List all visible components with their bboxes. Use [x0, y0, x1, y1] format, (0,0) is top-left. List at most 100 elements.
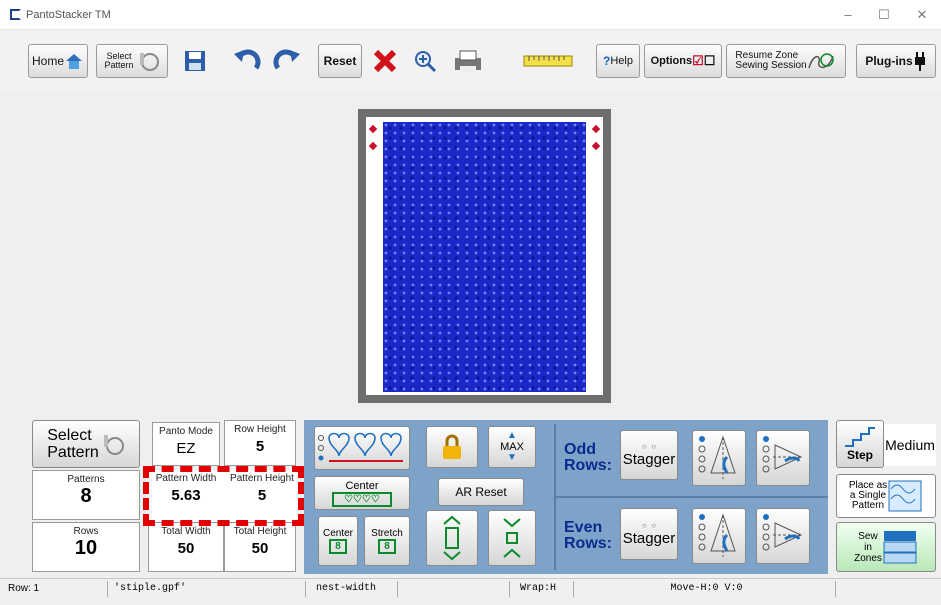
even-stagger-label: Stagger: [622, 530, 676, 547]
stretch-button[interactable]: Stretch 8: [364, 516, 410, 566]
empty-box-icon: ☐: [703, 53, 716, 68]
total-width-value: 50: [177, 540, 195, 557]
maximize-button[interactable]: ☐: [874, 6, 894, 24]
radio-dots-icon: ○ ○: [641, 442, 657, 451]
sew-line3: Zones: [854, 552, 882, 564]
window-title: PantoStacker TM: [26, 9, 111, 21]
row-height-label: Row Height: [234, 424, 286, 435]
step-button[interactable]: Step: [836, 420, 884, 468]
corner-marker: [591, 141, 601, 151]
corner-marker: [368, 141, 378, 151]
odd-stagger-label: Stagger: [622, 451, 676, 468]
zoom-button[interactable]: [410, 44, 440, 78]
save-button[interactable]: [180, 44, 210, 78]
place-single-pattern-button[interactable]: Place as a Single Pattern: [836, 474, 936, 518]
patterns-value: 8: [80, 485, 92, 507]
hand-pointer-icon: [103, 435, 124, 455]
corner-marker: [591, 124, 601, 134]
flip-horizontal-icon: [762, 514, 803, 551]
select-pattern-toolbar-button[interactable]: Select Pattern: [96, 44, 168, 78]
stretch-vertical-button[interactable]: [426, 510, 478, 566]
center-button[interactable]: Center 8: [318, 516, 358, 566]
options-label: Options: [650, 55, 693, 67]
reset-button[interactable]: Reset: [318, 44, 362, 78]
step-label: Step: [846, 448, 873, 462]
floppy-disk-icon: [185, 51, 205, 71]
place-single-label: Place as a Single Pattern: [849, 481, 887, 511]
delete-button[interactable]: [370, 44, 400, 78]
hearts-row-icon: [318, 432, 403, 462]
canvas-area: [366, 117, 603, 395]
rows-label: Rows: [73, 526, 99, 537]
pattern-canvas[interactable]: [358, 109, 611, 403]
minimize-button[interactable]: –: [838, 6, 858, 24]
total-width-cell[interactable]: Total Width 50: [148, 522, 224, 572]
printer-icon: [455, 50, 481, 72]
hand-pointer-icon: [139, 53, 159, 71]
panto-mode-label: Panto Mode: [159, 426, 213, 437]
single-pattern-icon: [888, 480, 922, 512]
status-wrap: Wrap:H: [516, 581, 574, 597]
divider: [556, 496, 828, 498]
select-pattern-toolbar-label: Select Pattern: [104, 52, 133, 70]
ruler-button[interactable]: [522, 44, 574, 78]
plugins-button[interactable]: Plug-ins: [856, 44, 936, 78]
even-flip-vertical-button[interactable]: [692, 508, 746, 564]
vertical-stretch-icon: [443, 515, 461, 561]
undo-button[interactable]: [230, 44, 264, 78]
stretch-icon: 8: [378, 539, 396, 554]
layout-control-panel: Center ♡♡♡♡ Center 8 Stretch 8 ▲ MAX ▼ A…: [304, 420, 828, 574]
total-width-label: Total Width: [161, 526, 211, 537]
odd-rows-label: Odd Rows:: [564, 442, 612, 474]
arrow-down-icon: ▼: [507, 452, 517, 463]
max-button[interactable]: ▲ MAX ▼: [488, 426, 536, 468]
padlock-icon: [443, 434, 461, 459]
arrow-up-icon: ▲: [507, 430, 517, 441]
highlight-annotation: [143, 466, 304, 526]
question-mark-icon: ?: [603, 54, 611, 68]
redo-button[interactable]: [270, 44, 304, 78]
home-label: Home: [31, 54, 64, 68]
center-icon: 8: [329, 539, 347, 554]
hearts-small-icon: ♡♡♡♡: [332, 491, 392, 507]
odd-flip-vertical-button[interactable]: [692, 430, 746, 486]
center-horizontal-button[interactable]: Center ♡♡♡♡: [314, 476, 410, 510]
resume-zone-session-button[interactable]: Resume Zone Sewing Session: [726, 44, 846, 78]
odd-line2: Rows:: [564, 457, 612, 474]
even-flip-horizontal-button[interactable]: [756, 508, 810, 564]
status-move: Move-H:0 V:0: [574, 581, 836, 597]
select-line1: Select: [47, 427, 92, 444]
select-pattern-button[interactable]: Select Pattern: [32, 420, 140, 468]
row-height-cell[interactable]: Row Height 5: [224, 420, 296, 466]
shrink-vertical-button[interactable]: [488, 510, 536, 566]
close-window-button[interactable]: ✕: [912, 6, 932, 24]
center-label: Center: [345, 479, 379, 492]
home-button[interactable]: Home: [28, 44, 88, 78]
corner-marker: [368, 124, 378, 134]
quilt-pattern-preview[interactable]: [383, 122, 586, 392]
ar-reset-button[interactable]: AR Reset: [438, 478, 524, 506]
lock-button[interactable]: [426, 426, 478, 468]
redo-icon: [273, 49, 300, 70]
vertical-shrink-icon: [503, 518, 521, 558]
sew-in-zones-button[interactable]: Sew in Zones: [836, 522, 936, 572]
even-stagger-button[interactable]: ○ ○ Stagger: [620, 508, 678, 560]
radio-dots-icon: ○ ○: [641, 521, 657, 530]
panto-mode-cell[interactable]: Panto Mode EZ: [152, 422, 220, 466]
nest-width-button[interactable]: [314, 426, 410, 470]
select-pattern-line2: Pattern: [104, 60, 134, 70]
help-label: Help: [610, 55, 633, 67]
print-button[interactable]: [450, 44, 486, 78]
select-pattern-label: Select Pattern: [47, 427, 99, 461]
options-button[interactable]: Options ☑ ☐: [644, 44, 722, 78]
step-size-value[interactable]: Medium: [884, 424, 936, 466]
total-height-cell[interactable]: Total Height 50: [224, 522, 296, 572]
toolbar: Home Select Pattern Reset ? Help Options ☑…: [0, 30, 941, 90]
flip-vertical-icon: [698, 513, 736, 557]
odd-stagger-button[interactable]: ○ ○ Stagger: [620, 430, 678, 480]
status-row: Row: 1: [4, 581, 108, 597]
odd-flip-horizontal-button[interactable]: [756, 430, 810, 486]
help-button[interactable]: ? Help: [596, 44, 640, 78]
odd-line1: Odd: [564, 441, 596, 458]
zoom-in-icon: [415, 51, 437, 73]
